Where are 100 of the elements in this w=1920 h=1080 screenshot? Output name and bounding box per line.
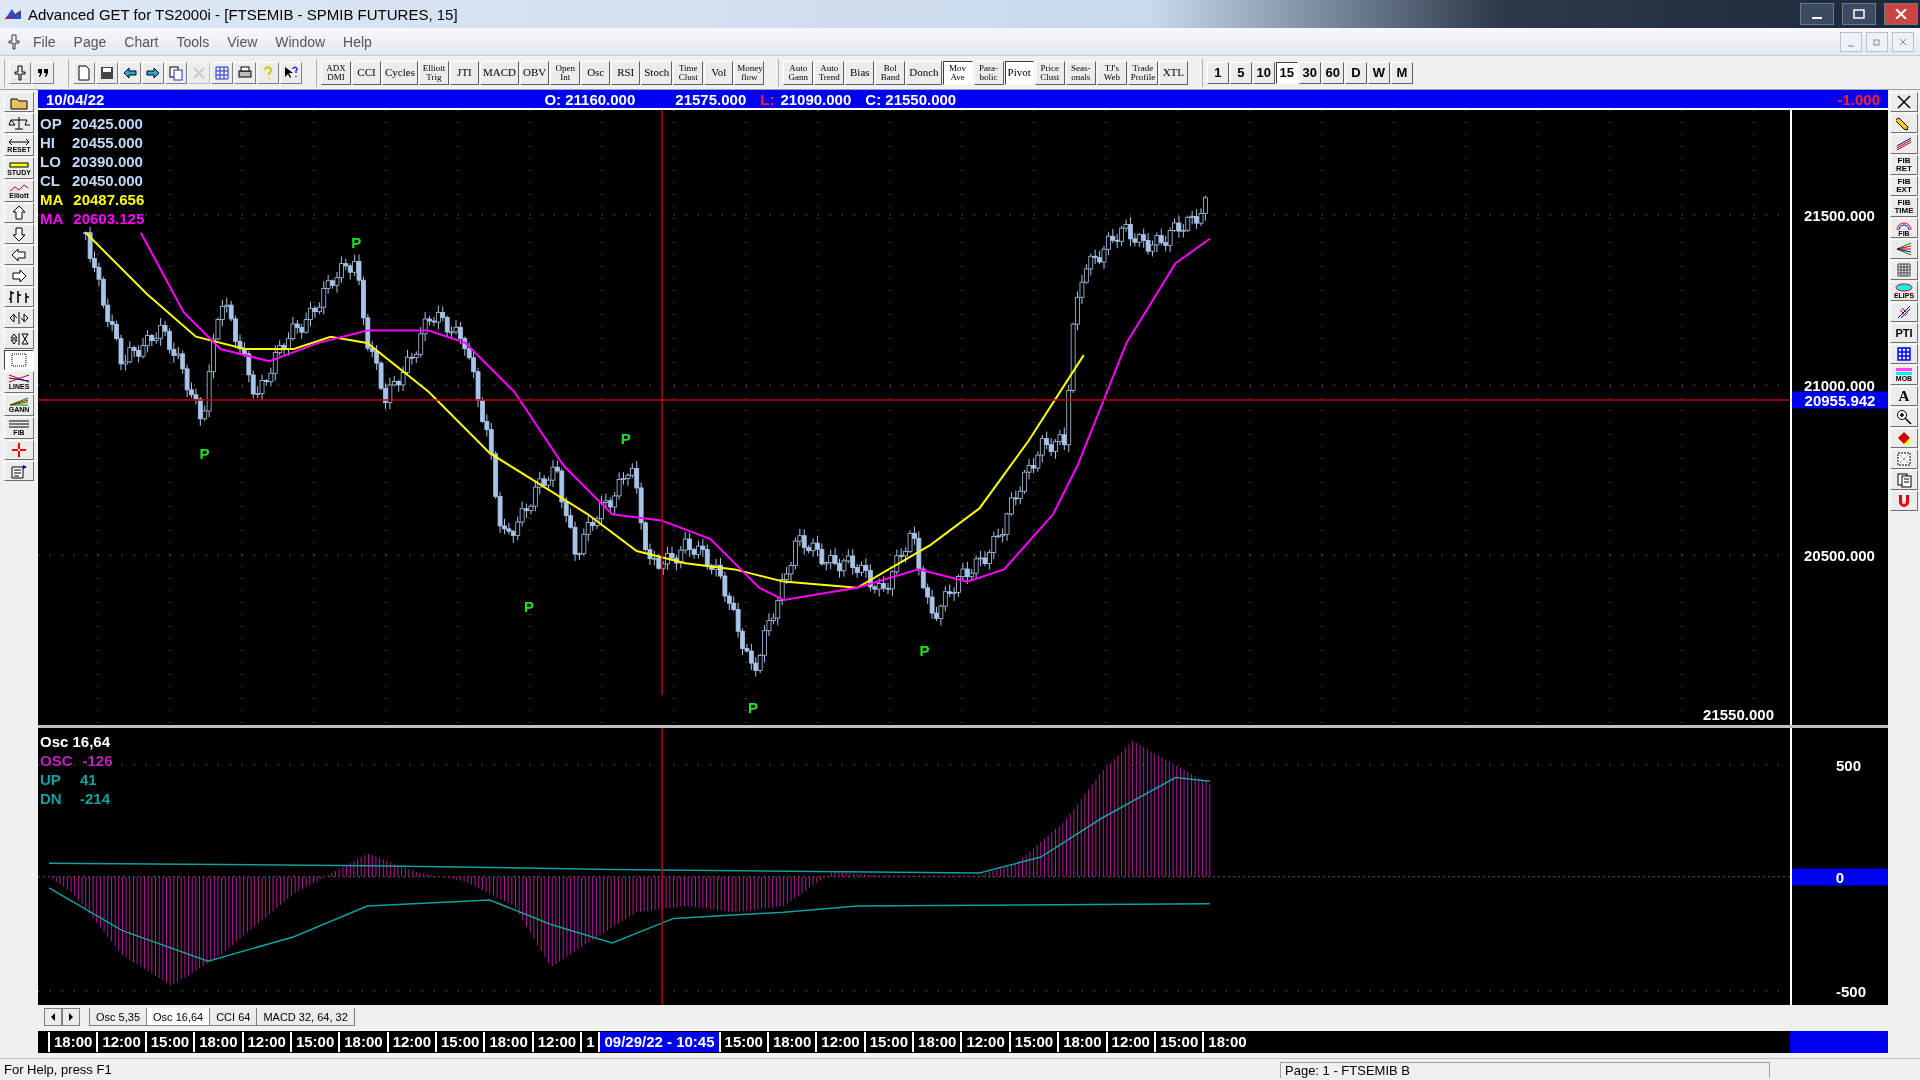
interval-button[interactable]: 10: [1252, 61, 1275, 84]
indicator-button[interactable]: JTI: [449, 60, 479, 85]
indicator-button[interactable]: Cycles: [382, 60, 418, 85]
interval-button[interactable]: M: [1390, 61, 1413, 84]
close-button[interactable]: [1884, 3, 1918, 25]
toolbar-button[interactable]: [234, 61, 256, 84]
indicator-button[interactable]: Stoch: [641, 60, 673, 85]
time-label: 15:00: [1008, 1032, 1058, 1052]
indicator-button[interactable]: CCI: [352, 60, 381, 85]
legend-value: 20455.000: [72, 133, 143, 152]
legend-value: 41: [80, 770, 97, 789]
page-icon: [76, 64, 92, 81]
tool-button[interactable]: Donch: [906, 60, 942, 85]
toolbar-button[interactable]: [9, 61, 31, 84]
drawing-tool-button[interactable]: FIB RET: [1890, 155, 1918, 175]
tool-button[interactable]: Price Clust: [1034, 60, 1065, 85]
time-label: 18:00: [48, 1032, 97, 1052]
drawing-tool-button[interactable]: A: [1890, 386, 1918, 406]
study-tab[interactable]: Osc 5,35: [89, 1008, 148, 1026]
tool-button[interactable]: XTL: [1158, 60, 1188, 85]
drawing-tool-button[interactable]: PTI: [1890, 323, 1918, 343]
axis-label: 21000.000: [1803, 376, 1876, 394]
interval-button[interactable]: 60: [1321, 61, 1344, 84]
legend-label: OP: [40, 114, 62, 133]
indicator-button[interactable]: MACD: [479, 60, 519, 85]
menu-item[interactable]: File: [26, 31, 63, 52]
menu-item[interactable]: Tools: [169, 31, 217, 52]
interval-button[interactable]: 1: [1206, 61, 1229, 84]
tool-button[interactable]: Trade Profile: [1127, 60, 1158, 85]
menu-item[interactable]: Window: [268, 31, 333, 52]
time-label: 12:00: [531, 1032, 581, 1052]
interval-button[interactable]: 30: [1298, 61, 1321, 84]
arrows-icon: [8, 137, 30, 146]
pivot-marker: P: [919, 642, 930, 660]
status-page-text: Page: 1 - FTSEMIB B: [1280, 1061, 1770, 1078]
time-label: 12:00: [96, 1032, 145, 1052]
scroll-right-button[interactable]: [62, 1008, 80, 1026]
fan-lines-icon: [8, 397, 30, 406]
study-tab[interactable]: CCI 64: [209, 1008, 258, 1026]
indicator-button[interactable]: OBV: [519, 60, 550, 85]
vertical-arrows-icon: [8, 331, 30, 347]
legend-label: UP: [40, 770, 62, 789]
indicator-button[interactable]: Osc: [581, 60, 611, 85]
study-tab[interactable]: MACD 32, 64, 32: [256, 1008, 355, 1026]
minimize-button[interactable]: [1800, 3, 1834, 25]
indicator-button[interactable]: Open Int: [550, 60, 581, 85]
indicator-button[interactable]: RSI: [611, 60, 641, 85]
drawing-tool-button[interactable]: FIB EXT: [1890, 176, 1918, 196]
tool-button[interactable]: Bol Band: [875, 60, 906, 85]
interval-button[interactable]: D: [1344, 61, 1367, 84]
tool-button[interactable]: Mov Ave: [942, 60, 973, 85]
time-label: 12:00: [386, 1032, 435, 1052]
tool-button[interactable]: [4, 350, 34, 370]
interval-button[interactable]: 15: [1275, 61, 1298, 84]
menu-item[interactable]: Chart: [117, 31, 166, 52]
indicator-button[interactable]: Time Clust: [673, 60, 704, 85]
pivot-marker: P: [748, 698, 759, 716]
toolbar-button[interactable]: [119, 61, 141, 84]
toolbar-button[interactable]: [32, 61, 54, 84]
menu-item[interactable]: Help: [336, 31, 379, 52]
tool-button[interactable]: Auto Trend: [814, 60, 845, 85]
toolbar-button[interactable]: [96, 61, 118, 84]
legend-value: 20603.125: [73, 209, 145, 228]
toolbar-button[interactable]: [142, 61, 164, 84]
time-label: 18:00: [483, 1032, 532, 1052]
indicator-button[interactable]: Money flow: [734, 60, 765, 85]
indicator-button[interactable]: ADX DMI: [321, 60, 351, 85]
legend-value: 20425.000: [72, 114, 143, 133]
app-logo-icon: [4, 7, 22, 21]
toolbar-button[interactable]: [280, 61, 302, 84]
legend-label: MA: [40, 209, 64, 228]
notepad-icon: [9, 463, 29, 479]
crosshair-icon: [11, 442, 27, 458]
indicator-button[interactable]: Elliott Trig: [418, 60, 449, 85]
bar-icon: [8, 160, 30, 169]
menu-item[interactable]: View: [220, 31, 265, 52]
drawing-tool-button[interactable]: FIB TIME: [1890, 197, 1918, 217]
indicator-button[interactable]: Vol: [704, 60, 734, 85]
tool-button[interactable]: Auto Gann: [783, 60, 814, 85]
scroll-left-button[interactable]: [44, 1008, 62, 1026]
bars-icon: [8, 289, 30, 305]
oscillator-title: Osc 16,64: [40, 732, 111, 751]
close-icon: [1896, 94, 1912, 110]
menu-item[interactable]: Page: [66, 31, 114, 52]
close-icon: [1899, 37, 1907, 46]
interval-button[interactable]: 5: [1229, 61, 1252, 84]
pin-icon: [6, 33, 22, 50]
study-tab[interactable]: Osc 16,64: [146, 1008, 211, 1026]
tool-button[interactable]: Bias: [845, 60, 875, 85]
maximize-button[interactable]: [1842, 3, 1876, 25]
tool-button[interactable]: Para-bolic: [973, 60, 1004, 85]
legend-value: -214: [80, 789, 111, 808]
tool-button[interactable]: Seas-onals: [1065, 60, 1096, 85]
time-label: 15:00: [718, 1032, 767, 1052]
interval-button[interactable]: W: [1367, 61, 1390, 84]
legend-label: MA: [40, 190, 64, 209]
close-button[interactable]: [1892, 31, 1914, 52]
tool-button[interactable]: Pivot: [1004, 60, 1034, 85]
tool-button[interactable]: TJ's Web: [1096, 60, 1127, 85]
axis-label: -500: [1835, 982, 1868, 1000]
